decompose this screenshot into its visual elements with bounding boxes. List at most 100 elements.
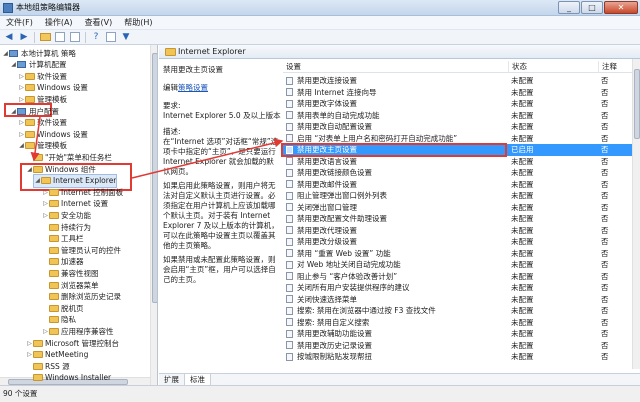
collapsed-arrow-icon[interactable]: ▷: [26, 340, 33, 347]
setting-row[interactable]: 禁用 “重置 Web 设置” 功能 未配置 否: [283, 248, 640, 260]
tree-item[interactable]: ▷ 管理模板: [18, 93, 67, 105]
tree-item[interactable]: ◢ 计算机配置: [10, 59, 66, 71]
setting-row[interactable]: 关闭弹出窗口管理 未配置 否: [283, 202, 640, 214]
setting-comment: 否: [601, 87, 609, 97]
collapsed-arrow-icon[interactable]: ▷: [26, 351, 33, 358]
setting-row[interactable]: 禁用更改链接颜色设置 未配置 否: [283, 167, 640, 179]
tree-item[interactable]: 加速器: [42, 256, 84, 268]
tree-item[interactable]: ▷ Microsoft 管理控制台: [26, 337, 119, 349]
tree-item[interactable]: ▷ Windows 设置: [18, 128, 88, 140]
tree-item[interactable]: 隐私: [42, 314, 76, 326]
setting-row[interactable]: 关闭所有用户安装提供程序的建议 未配置 否: [283, 282, 640, 294]
tree-item[interactable]: RSS 源: [26, 360, 70, 372]
column-header-state[interactable]: 状态: [509, 61, 599, 73]
setting-row[interactable]: 禁用更改字体设置 未配置 否: [283, 98, 640, 110]
column-header-setting[interactable]: 设置: [283, 61, 509, 73]
list-scroll-thumb[interactable]: [634, 69, 640, 139]
computer-icon: [9, 49, 18, 57]
collapsed-arrow-icon[interactable]: ▷: [18, 84, 25, 91]
setting-row[interactable]: 禁用更改配置文件助理设置 未配置 否: [283, 213, 640, 225]
collapsed-arrow-icon[interactable]: ▷: [18, 96, 25, 103]
setting-row[interactable]: 禁用更改连接设置 未配置 否: [283, 75, 640, 87]
expanded-arrow-icon[interactable]: ◢: [10, 61, 17, 68]
setting-row[interactable]: 关闭快速选择菜单 未配置 否: [283, 294, 640, 306]
collapsed-arrow-icon[interactable]: ▷: [18, 73, 25, 80]
setting-row[interactable]: 禁用更改分级设置 未配置 否: [283, 236, 640, 248]
tree-item[interactable]: ▷ Windows 设置: [18, 82, 88, 94]
menu-view[interactable]: 查看(V): [79, 17, 119, 28]
view-icon[interactable]: [54, 31, 66, 43]
tree-item[interactable]: ▷ 软件设置: [18, 70, 67, 82]
tree-item[interactable]: 删除浏览历史记录: [42, 291, 121, 303]
setting-row[interactable]: 对 Web 地址关闭自动完成功能 未配置 否: [283, 259, 640, 271]
tree-item[interactable]: 管理员认可的控件: [42, 244, 121, 256]
expanded-arrow-icon[interactable]: ◢: [34, 177, 41, 184]
properties-icon[interactable]: [105, 31, 117, 43]
export-icon[interactable]: [69, 31, 81, 43]
tree-item[interactable]: ▷ Internet 控制面板: [42, 186, 123, 198]
setting-row[interactable]: 禁用更改语言设置 未配置 否: [283, 156, 640, 168]
setting-row[interactable]: 禁用更改邮件设置 未配置 否: [283, 179, 640, 191]
collapsed-arrow-icon[interactable]: ▷: [18, 131, 25, 138]
tree-item[interactable]: ◢ 管理模板: [18, 140, 67, 152]
setting-name: 阻止参与 “客户体验改善计划”: [297, 271, 398, 281]
tree-item[interactable]: 脱机页: [42, 302, 84, 314]
tree-item[interactable]: ▷ 应用程序兼容性: [42, 325, 113, 337]
tree-item[interactable]: ◢ 用户配置: [10, 105, 59, 117]
tree-item[interactable]: ▷ NetMeeting: [26, 349, 88, 361]
tree-item[interactable]: 工具栏: [42, 233, 84, 245]
setting-row[interactable]: 搜索: 禁用自定义搜索 未配置 否: [283, 317, 640, 329]
tree-item[interactable]: 持续行为: [42, 221, 91, 233]
setting-row[interactable]: 禁用 Internet 连接向导 未配置 否: [283, 87, 640, 99]
minimize-button[interactable]: _: [558, 1, 580, 14]
tree-item[interactable]: 兼容性视图: [42, 267, 99, 279]
setting-row[interactable]: 禁用更改代理设置 未配置 否: [283, 225, 640, 237]
tree-item[interactable]: ◢ Internet Explorer: [32, 173, 118, 188]
collapsed-arrow-icon[interactable]: ▷: [42, 189, 49, 196]
tab-extended[interactable]: 扩展: [159, 374, 185, 385]
setting-row[interactable]: 按城限制粘贴发现帮扭 未配置 否: [283, 351, 640, 363]
folder-icon: [49, 223, 59, 231]
tree-item[interactable]: ▷ 软件设置: [18, 117, 67, 129]
expanded-arrow-icon[interactable]: ◢: [2, 50, 9, 57]
tree-item[interactable]: 浏览器菜单: [42, 279, 99, 291]
collapsed-arrow-icon[interactable]: ▷: [18, 119, 25, 126]
edit-policy-link[interactable]: 策略设置: [178, 83, 208, 92]
setting-row[interactable]: 禁用更改历史记录设置 未配置 否: [283, 340, 640, 352]
folder-icon[interactable]: [39, 31, 51, 43]
menu-help[interactable]: 帮助(H): [118, 17, 158, 28]
list-vertical-scrollbar[interactable]: [632, 59, 640, 369]
expanded-arrow-icon[interactable]: ◢: [26, 166, 33, 173]
setting-row[interactable]: 禁用表单的自动完成功能 未配置 否: [283, 110, 640, 122]
setting-row[interactable]: 禁用更改辅助功能设置 未配置 否: [283, 328, 640, 340]
setting-state: 未配置: [511, 271, 534, 281]
setting-row[interactable]: 阻止管理弹出窗口例外列表 未配置 否: [283, 190, 640, 202]
tree-scroll-thumb[interactable]: [152, 53, 157, 303]
setting-row[interactable]: 搜索: 禁用在浏览器中通过按 F3 查找文件 未配置 否: [283, 305, 640, 317]
expanded-arrow-icon[interactable]: ◢: [18, 142, 25, 149]
tree-item[interactable]: ◢ Windows 组件: [26, 163, 96, 175]
collapsed-arrow-icon[interactable]: ▷: [42, 328, 49, 335]
tree-item[interactable]: "开始"菜单和任务栏: [26, 151, 112, 163]
expanded-arrow-icon[interactable]: ◢: [10, 108, 17, 115]
setting-name: 关闭弹出窗口管理: [297, 202, 357, 212]
close-button[interactable]: ✕: [604, 1, 638, 14]
tree-item[interactable]: ◢ 本地计算机 策略: [2, 47, 76, 59]
setting-row[interactable]: 禁用更改自动配置设置 未配置 否: [283, 121, 640, 133]
tree-item[interactable]: Windows Installer: [26, 372, 111, 384]
setting-state: 未配置: [511, 306, 534, 315]
collapsed-arrow-icon[interactable]: ▷: [42, 200, 49, 207]
tree-item[interactable]: ▷ Internet 设置: [42, 198, 108, 210]
tree-item[interactable]: ▷ 安全功能: [42, 209, 91, 221]
tree-vertical-scrollbar[interactable]: [150, 45, 157, 385]
forward-arrow-icon[interactable]: ▶: [18, 31, 30, 43]
menu-action[interactable]: 操作(A): [39, 17, 79, 28]
collapsed-arrow-icon[interactable]: ▷: [42, 212, 49, 219]
menu-file[interactable]: 文件(F): [0, 17, 39, 28]
setting-row[interactable]: 阻止参与 “客户体验改善计划” 未配置 否: [283, 271, 640, 283]
back-arrow-icon[interactable]: ◀: [3, 31, 15, 43]
help-icon[interactable]: ?: [90, 31, 102, 43]
maximize-button[interactable]: □: [581, 1, 603, 14]
filter-icon[interactable]: ▼: [120, 31, 132, 43]
tab-standard[interactable]: 标准: [185, 374, 211, 385]
